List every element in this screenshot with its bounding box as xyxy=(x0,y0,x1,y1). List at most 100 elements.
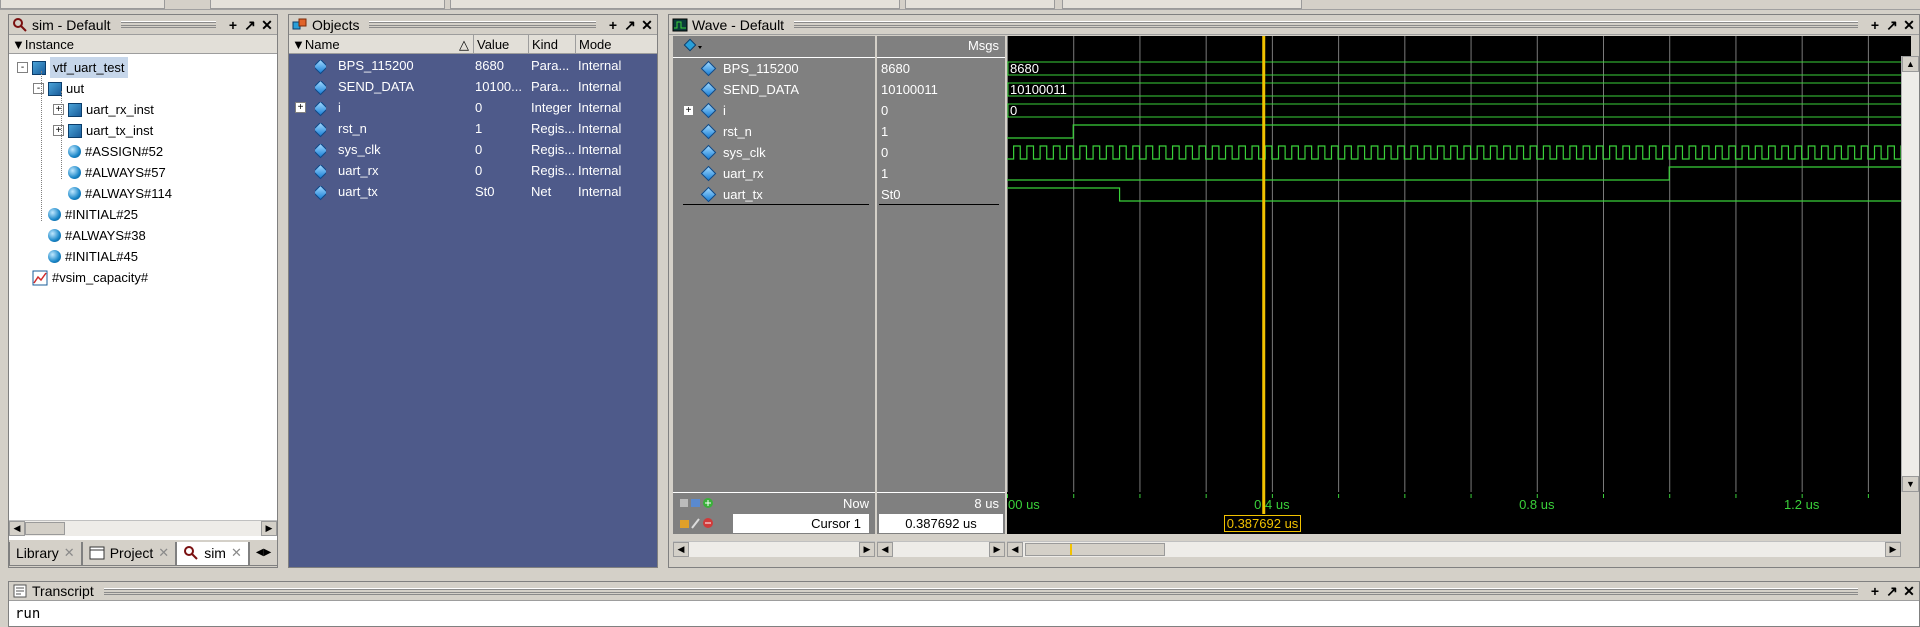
transcript-panel-header[interactable]: Transcript + ↗ ✕ xyxy=(9,582,1919,601)
wave-hscrollbar[interactable]: ◀ ▶ xyxy=(1007,541,1901,557)
object-row[interactable]: BPS_115200 8680 Para... Internal xyxy=(289,55,657,76)
tab-scroll-arrows[interactable]: ◀▶ xyxy=(248,541,279,566)
expand-icon[interactable]: + xyxy=(53,104,64,115)
scroll-left-arrow[interactable]: ◀ xyxy=(1007,542,1023,557)
tab-library[interactable]: Library ✕ xyxy=(9,541,82,566)
undock-icon[interactable]: ↗ xyxy=(243,18,257,32)
object-row[interactable]: rst_n 1 Regis... Internal xyxy=(289,118,657,139)
scroll-right-arrow[interactable]: ▶ xyxy=(1885,542,1901,557)
waveform-sys-clk[interactable] xyxy=(1007,145,1911,160)
tree-item[interactable]: + uart_rx_inst xyxy=(53,99,154,120)
tree-item[interactable]: + uart_tx_inst xyxy=(53,120,153,141)
object-row[interactable]: sys_clk 0 Regis... Internal xyxy=(289,139,657,160)
bus-waveform[interactable]: 8680 xyxy=(1007,61,1901,76)
object-row[interactable]: uart_tx St0 Net Internal xyxy=(289,181,657,202)
panel-drag-grip[interactable] xyxy=(369,21,596,28)
expand-icon[interactable]: + xyxy=(683,105,694,116)
scroll-down-arrow[interactable]: ▼ xyxy=(1902,476,1919,492)
tab-sim[interactable]: sim ✕ xyxy=(176,541,249,566)
scroll-left-arrow[interactable]: ◀ xyxy=(673,542,689,557)
cursor-toolbar[interactable] xyxy=(679,516,719,533)
names-hscrollbar[interactable]: ◀ ▶ xyxy=(673,541,875,557)
tree-item[interactable]: #ALWAYS#57 xyxy=(53,162,166,183)
tab-project[interactable]: Project ✕ xyxy=(81,541,177,566)
tree-item[interactable]: #ASSIGN#52 xyxy=(53,141,163,162)
tree-item[interactable]: #vsim_capacity# xyxy=(17,267,148,288)
bus-waveform[interactable]: 0 xyxy=(1007,103,1901,118)
tree-item[interactable]: #INITIAL#45 xyxy=(33,246,138,267)
signal-group-icon[interactable] xyxy=(683,38,705,56)
cursor-name[interactable]: Cursor 1 xyxy=(733,514,869,533)
waveform-uart-tx[interactable] xyxy=(1007,187,1901,202)
scroll-right-arrow[interactable]: ▶ xyxy=(859,542,875,557)
add-panel-icon[interactable]: + xyxy=(1868,18,1882,32)
values-hscrollbar[interactable]: ◀ ▶ xyxy=(877,541,1005,557)
wave-panel-header[interactable]: Wave - Default + ↗ ✕ xyxy=(669,15,1919,35)
close-tab-icon[interactable]: ✕ xyxy=(231,542,242,564)
object-row[interactable]: SEND_DATA 10100... Para... Internal xyxy=(289,76,657,97)
scroll-up-arrow[interactable]: ▲ xyxy=(1902,56,1919,72)
toolbar-segment[interactable] xyxy=(450,0,900,9)
add-panel-icon[interactable]: + xyxy=(1868,584,1882,598)
undock-icon[interactable]: ↗ xyxy=(623,18,637,32)
toolbar-segment[interactable] xyxy=(210,0,445,9)
object-row[interactable]: + i 0 Integer Internal xyxy=(289,97,657,118)
expand-icon[interactable]: + xyxy=(295,102,306,113)
collapse-icon[interactable]: - xyxy=(33,83,44,94)
objects-panel-header[interactable]: Objects + ↗ ✕ xyxy=(289,15,657,35)
wave-signal-row[interactable]: rst_n xyxy=(673,121,875,142)
tree-item[interactable]: - vtf_uart_test xyxy=(17,57,128,78)
add-panel-icon[interactable]: + xyxy=(606,18,620,32)
undock-icon[interactable]: ↗ xyxy=(1885,584,1899,598)
sim-hscrollbar[interactable]: ◀ ▶ xyxy=(9,520,277,536)
tree-item[interactable]: #INITIAL#25 xyxy=(33,204,138,225)
mode-column-header[interactable]: Mode xyxy=(576,35,657,53)
cursor-line-ruler[interactable] xyxy=(1262,492,1266,514)
close-icon[interactable]: ✕ xyxy=(260,18,274,32)
toolbar-segment[interactable] xyxy=(905,0,1055,9)
cursor-time-tag[interactable]: 0.387692 us xyxy=(1223,515,1302,532)
collapse-icon[interactable]: - xyxy=(17,62,28,73)
waveform-rst-n[interactable] xyxy=(1007,124,1901,139)
cursor-value[interactable]: 0.387692 us xyxy=(879,514,1003,533)
close-tab-icon[interactable]: ✕ xyxy=(158,542,169,564)
wave-signal-row[interactable]: sys_clk xyxy=(673,142,875,163)
scroll-thumb[interactable] xyxy=(25,522,65,535)
instance-column-header[interactable]: ▼Instance xyxy=(9,35,277,54)
now-toolbar[interactable] xyxy=(679,496,719,510)
cursor-line[interactable] xyxy=(1262,36,1266,492)
panel-drag-grip[interactable] xyxy=(120,21,216,28)
transcript-text[interactable]: run xyxy=(9,602,1919,626)
scroll-left-arrow[interactable]: ◀ xyxy=(877,542,893,557)
wave-signal-row[interactable]: BPS_115200 xyxy=(673,58,875,79)
toolbar-segment[interactable] xyxy=(0,0,165,9)
waveform-area[interactable]: 8680 10100011 0 xyxy=(1007,36,1911,492)
wave-signal-row[interactable]: + i xyxy=(673,100,875,121)
panel-drag-grip[interactable] xyxy=(103,587,1858,595)
add-panel-icon[interactable]: + xyxy=(226,18,240,32)
scroll-right-arrow[interactable]: ▶ xyxy=(261,521,277,536)
expand-icon[interactable]: + xyxy=(53,125,64,136)
toolbar-segment[interactable] xyxy=(1062,0,1302,9)
tree-item[interactable]: #ALWAYS#114 xyxy=(53,183,172,204)
waveform-uart-rx[interactable] xyxy=(1007,166,1901,181)
wave-signal-row[interactable]: SEND_DATA xyxy=(673,79,875,100)
scroll-right-arrow[interactable]: ▶ xyxy=(989,542,1005,557)
kind-column-header[interactable]: Kind xyxy=(529,35,576,53)
wave-signal-row[interactable]: uart_rx xyxy=(673,163,875,184)
name-column-header[interactable]: ▼Name △ xyxy=(289,35,474,53)
waveform-svg[interactable]: 8680 10100011 0 xyxy=(1007,36,1911,492)
close-icon[interactable]: ✕ xyxy=(1902,18,1916,32)
bus-waveform[interactable]: 10100011 xyxy=(1007,82,1901,97)
value-column-header[interactable]: Value xyxy=(474,35,529,53)
close-icon[interactable]: ✕ xyxy=(1902,584,1916,598)
sim-panel-header[interactable]: sim - Default + ↗ ✕ xyxy=(9,15,277,35)
wave-signal-row[interactable]: uart_tx xyxy=(673,184,875,205)
panel-drag-grip[interactable] xyxy=(794,21,1858,28)
tree-item[interactable]: #ALWAYS#38 xyxy=(33,225,146,246)
scroll-thumb[interactable] xyxy=(1025,543,1165,556)
close-icon[interactable]: ✕ xyxy=(640,18,654,32)
object-row[interactable]: uart_rx 0 Regis... Internal xyxy=(289,160,657,181)
timeline-ruler[interactable]: 00 us 0.4 us 0.8 us 1.2 us 0.387692 us xyxy=(1007,492,1901,534)
wave-vscrollbar[interactable]: ▲ ▼ xyxy=(1901,56,1919,492)
